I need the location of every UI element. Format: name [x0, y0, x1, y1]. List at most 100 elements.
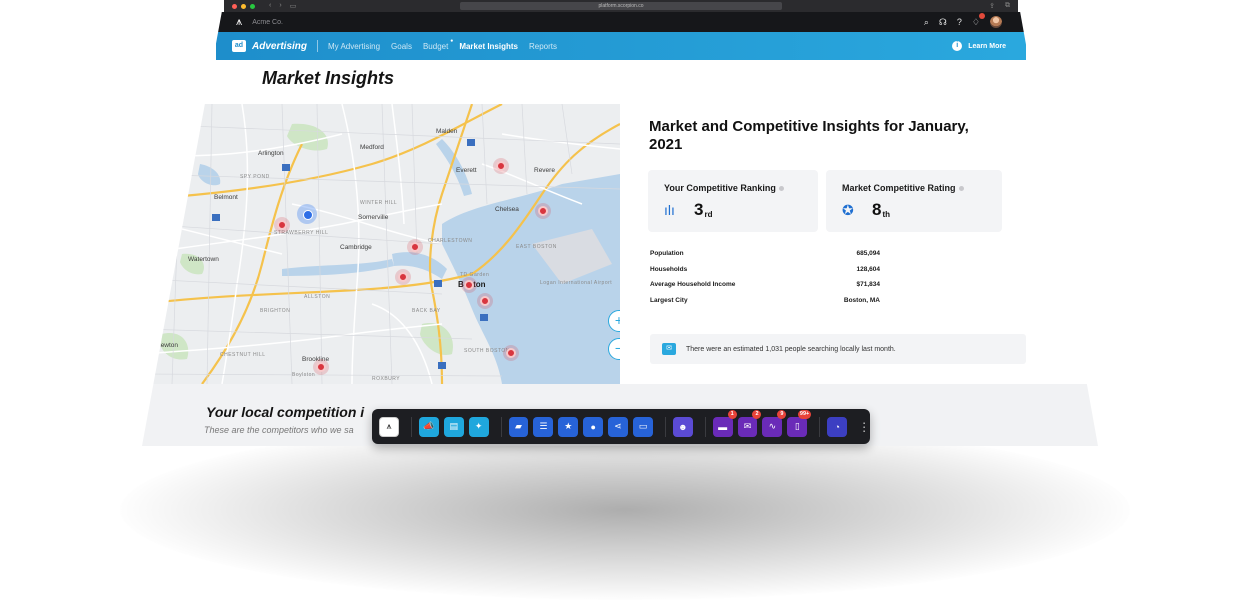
dock-divider — [664, 416, 666, 437]
url-text: platform.scorpion.co — [598, 3, 644, 9]
scorpion-logo-icon[interactable]: ⩚ — [236, 16, 242, 29]
dock-divider — [410, 416, 412, 437]
map-label-watertown: Watertown — [188, 256, 219, 263]
forward-icon[interactable]: › — [279, 2, 281, 10]
competitor-pin-south-boston[interactable] — [506, 348, 516, 358]
notifications-button[interactable]: ♢ — [972, 12, 985, 28]
map-label-winter-hill: WINTER HILL — [360, 200, 398, 206]
search-icon[interactable]: ⌕ — [924, 17, 929, 28]
browser-actions: ⇪ ⧉ — [989, 2, 1010, 10]
rating-value: 8th — [872, 200, 890, 220]
dock-star-button[interactable]: ★ — [558, 416, 579, 437]
nav-budget[interactable]: Budget ● — [423, 38, 453, 51]
map-label-revere: Revere — [534, 167, 555, 174]
dock-list-button[interactable]: ☰ — [533, 416, 554, 437]
competitor-pin-cambridge[interactable] — [410, 242, 420, 252]
docs-badge: 99+ — [797, 409, 812, 419]
maximize-window-button[interactable] — [250, 3, 255, 9]
rating-title: Market Competitive Rating — [842, 183, 964, 193]
stat-label: Average Household Income — [650, 281, 736, 288]
competitor-pin-downtown[interactable] — [480, 296, 490, 306]
competitor-pin-kendall[interactable] — [398, 272, 408, 282]
dock-share-button[interactable]: ⋖ — [608, 416, 629, 437]
stat-label: Households — [650, 265, 688, 273]
mail-icon: ✉ — [662, 343, 676, 355]
map-label-back-bay: BACK BAY — [412, 308, 441, 314]
dock-target-button[interactable]: ✦ — [468, 416, 489, 437]
close-window-button[interactable] — [232, 3, 237, 9]
company-name: Acme Co. — [252, 18, 283, 26]
competitor-pin-boston[interactable] — [464, 280, 474, 290]
ranking-title: Your Competitive Ranking — [664, 183, 784, 193]
dock-reports-button[interactable]: ◔ — [827, 416, 848, 437]
stat-row: Population 685,094 — [650, 250, 880, 266]
rating-suffix: th — [882, 210, 891, 219]
map-label-chestnut-hill: CHESTNUT HILL — [220, 352, 266, 358]
stat-row: Largest City Boston, MA — [650, 297, 880, 313]
window-controls — [232, 3, 255, 9]
dock-home-button[interactable]: ⩚ — [379, 416, 399, 437]
headset-icon[interactable]: ☊ — [939, 17, 947, 28]
ranking-card: Your Competitive Ranking ılı 3rd — [648, 170, 818, 232]
nav-my-advertising[interactable]: My Advertising — [328, 42, 380, 51]
insights-heading: Market and Competitive Insights for Janu… — [649, 118, 969, 153]
insights-panel: Market and Competitive Insights for Janu… — [620, 104, 1098, 384]
ribbon-award-icon: ✪ — [842, 202, 854, 218]
tabs-icon[interactable]: ⧉ — [1005, 2, 1010, 10]
competitor-pin-chelsea[interactable] — [538, 206, 548, 216]
ranking-info-icon[interactable] — [778, 186, 784, 192]
nav-goals[interactable]: Goals — [391, 42, 412, 51]
competitor-pin-everett[interactable] — [496, 161, 506, 171]
rating-info-icon[interactable] — [958, 186, 964, 192]
browser-chrome: ‹ › ▭ platform.scorpion.co ⇪ ⧉ — [224, 0, 1018, 12]
dock-mail-button[interactable]: ✉ 2 — [737, 409, 762, 437]
mail-badge: 2 — [752, 409, 762, 419]
search-volume-notice: ✉ There were an estimated 1,031 people s… — [650, 334, 1026, 364]
sidebar-toggle-icon[interactable]: ▭ — [290, 2, 297, 10]
app-window: ‹ › ▭ platform.scorpion.co ⇪ ⧉ ⩚ Acme Co… — [142, 0, 1098, 446]
notice-text: There were an estimated 1,031 people sea… — [686, 345, 896, 353]
ranking-suffix: rd — [704, 210, 713, 219]
share-icon[interactable]: ⇪ — [989, 2, 995, 10]
dock-analytics-button[interactable]: ∿ 9 — [762, 409, 787, 437]
product-name[interactable]: Advertising — [252, 41, 307, 52]
map-label-medford: Medford — [360, 144, 384, 151]
trend-icon: ∿ — [768, 421, 777, 431]
map-label-belmont: Belmont — [214, 194, 238, 201]
dock-megaphone-button[interactable]: 📣 — [418, 416, 439, 437]
notification-badge — [979, 12, 985, 19]
market-map[interactable]: Malden Medford Arlington Everett Revere … — [142, 104, 620, 384]
current-location-marker[interactable] — [297, 204, 317, 224]
dock-docs-button[interactable]: ▯ 99+ — [787, 409, 812, 437]
url-bar[interactable]: platform.scorpion.co — [460, 2, 782, 10]
map-label-allston: ALLSTON — [304, 294, 331, 300]
map-label-malden: Malden — [436, 128, 458, 135]
nav-reports[interactable]: Reports — [529, 42, 557, 51]
bar-chart-icon: ılı — [664, 202, 675, 218]
competitor-pin-belmont[interactable] — [277, 220, 287, 230]
map-label-brighton: BRIGHTON — [260, 308, 291, 314]
map-label-spy-pond: SPY POND — [240, 174, 270, 180]
minimize-window-button[interactable] — [241, 3, 246, 9]
dock-inbox-button[interactable]: ▬ 1 — [712, 409, 737, 437]
rating-title-label: Market Competitive Rating — [842, 183, 956, 193]
device-shadow — [120, 420, 1130, 600]
back-icon[interactable]: ‹ — [269, 2, 271, 10]
dock-ads-button[interactable]: ▤ — [443, 416, 464, 437]
stat-label: Population — [650, 250, 684, 257]
dock-website-button[interactable]: ▰ — [508, 416, 529, 437]
nav-market-insights[interactable]: Market Insights — [459, 42, 518, 51]
learn-more-button[interactable]: i Learn More — [952, 41, 1006, 51]
more-options-icon[interactable]: ⋮ — [858, 420, 870, 434]
map-label-south-boston: SOUTH BOSTON — [464, 348, 510, 354]
map-label-chelsea: Chelsea — [495, 206, 519, 213]
competitor-pin-brookline[interactable] — [316, 362, 326, 372]
envelope-icon: ✉ — [743, 421, 752, 431]
user-avatar[interactable] — [990, 16, 1002, 28]
help-icon[interactable]: ? — [957, 17, 962, 27]
dock-contacts-button[interactable]: ☻ — [672, 416, 693, 437]
dock-chat-button[interactable]: ● — [583, 416, 604, 437]
dock-window-button[interactable]: ▭ — [633, 416, 653, 437]
product-nav: ad Advertising My Advertising Goals Budg… — [216, 32, 1026, 60]
competition-subtext: These are the competitors who we sa — [204, 425, 354, 435]
